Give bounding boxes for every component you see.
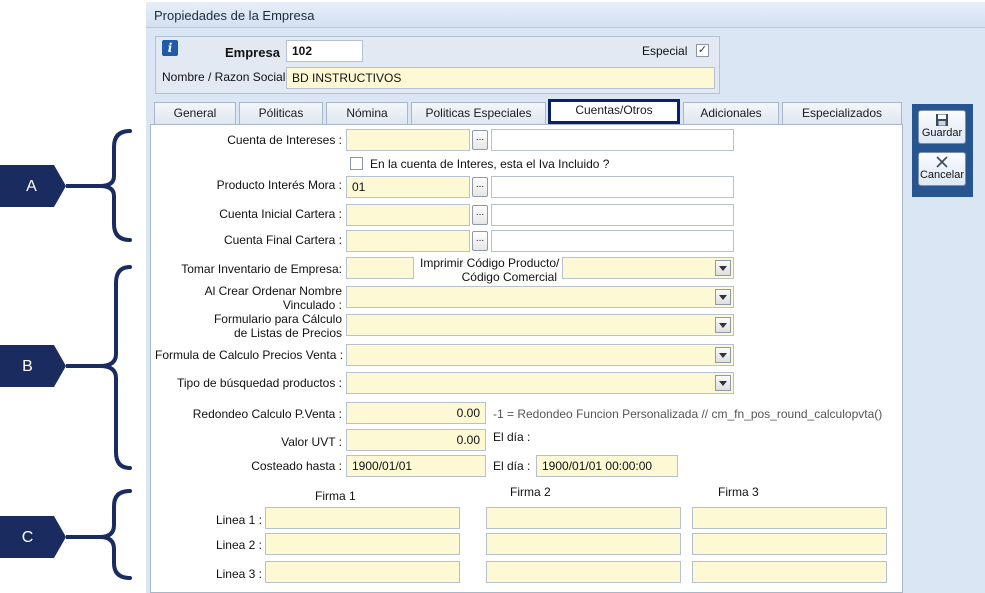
bracket-c (99, 489, 132, 580)
bracket-b (99, 265, 132, 470)
annotation-brackets (0, 129, 132, 580)
marker-a: A (26, 178, 37, 195)
marker-b: B (22, 358, 33, 375)
bracket-a (99, 129, 132, 242)
marker-c: C (21, 529, 34, 546)
